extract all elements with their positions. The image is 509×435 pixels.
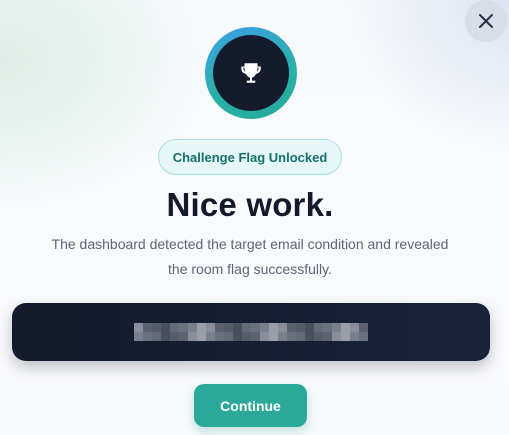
redaction-pixel xyxy=(341,323,350,341)
redaction-pixel xyxy=(143,323,152,341)
redaction-pixel xyxy=(179,323,188,341)
close-icon xyxy=(479,14,493,28)
redaction-pixel xyxy=(296,323,305,341)
redaction-pixel xyxy=(332,323,341,341)
redaction-pixel xyxy=(242,323,251,341)
redaction-pixel xyxy=(215,323,224,341)
dialog-title: Nice work. xyxy=(166,186,334,223)
status-badge: Challenge Flag Unlocked xyxy=(158,139,342,175)
flag-display xyxy=(12,303,490,361)
redaction-pixel xyxy=(161,323,170,341)
redaction-pixel xyxy=(170,323,179,341)
redaction-pixel xyxy=(305,323,314,341)
flag-redaction-mask xyxy=(134,323,368,341)
redaction-pixel xyxy=(188,323,197,341)
dialog-description: The dashboard detected the target email … xyxy=(51,236,449,277)
redaction-pixel xyxy=(269,323,278,341)
redaction-pixel xyxy=(224,323,233,341)
trophy-icon xyxy=(241,63,261,83)
trophy-badge-inner xyxy=(213,35,289,111)
redaction-pixel xyxy=(278,323,287,341)
redaction-pixel xyxy=(152,323,161,341)
redaction-pixel xyxy=(206,323,215,341)
redaction-pixel xyxy=(251,323,260,341)
redaction-pixel xyxy=(260,323,269,341)
redaction-pixel xyxy=(287,323,296,341)
redaction-pixel xyxy=(350,323,359,341)
redaction-pixel xyxy=(314,323,323,341)
trophy-badge xyxy=(205,27,297,119)
redaction-pixel xyxy=(323,323,332,341)
redaction-pixel xyxy=(197,323,206,341)
redaction-pixel xyxy=(134,323,143,341)
continue-button[interactable]: Continue xyxy=(194,384,307,427)
redaction-pixel xyxy=(233,323,242,341)
close-button[interactable] xyxy=(465,0,507,42)
redaction-pixel xyxy=(359,323,368,341)
